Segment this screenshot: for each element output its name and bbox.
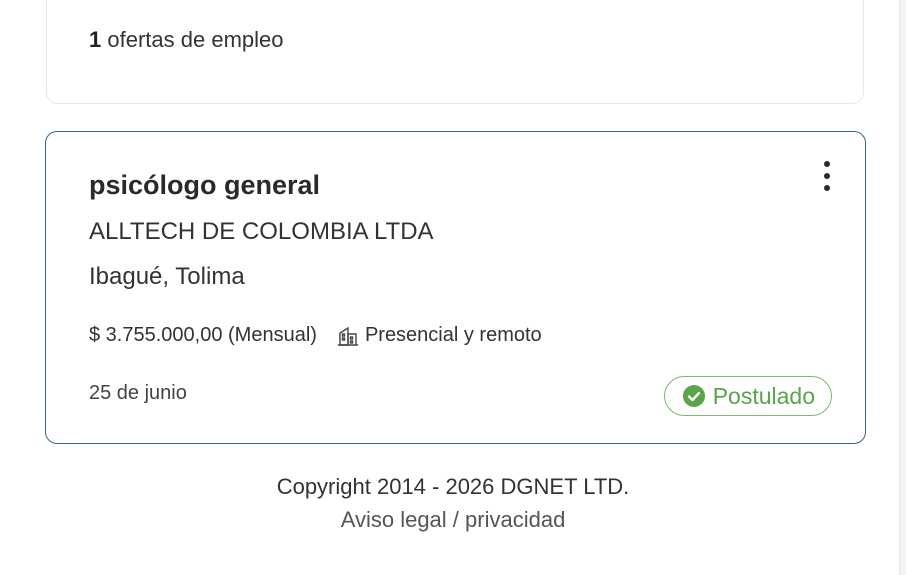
- kebab-dot-icon: [824, 161, 830, 167]
- job-modality: Presencial y remoto: [364, 324, 542, 346]
- job-meta: $ 3.755.000,00 (Mensual) Presencial y re…: [89, 324, 542, 347]
- footer-separator: /: [446, 507, 466, 532]
- results-label: ofertas de empleo: [107, 27, 284, 52]
- job-company: ALLTECH DE COLOMBIA LTDA: [89, 218, 434, 245]
- job-location: Ibagué, Tolima: [89, 263, 245, 290]
- results-count: 1: [89, 27, 102, 52]
- job-salary: $ 3.755.000,00 (Mensual): [89, 324, 317, 346]
- building-icon: [337, 325, 359, 347]
- status-label: Postulado: [712, 382, 815, 409]
- footer-links: Aviso legal / privacidad: [0, 507, 906, 533]
- more-options-button[interactable]: [815, 156, 839, 196]
- footer-copyright: Copyright 2014 - 2026 DGNET LTD.: [276, 474, 630, 499]
- job-title[interactable]: psicólogo general: [89, 170, 320, 201]
- results-count-text: 1 ofertas de empleo: [89, 27, 283, 53]
- kebab-dot-icon: [824, 185, 830, 191]
- status-badge: Postulado: [663, 376, 832, 416]
- privacy-link[interactable]: privacidad: [465, 507, 565, 532]
- check-circle-icon: [682, 385, 705, 407]
- results-summary-card: 1 ofertas de empleo: [46, 0, 864, 104]
- legal-notice-link[interactable]: Aviso legal: [341, 507, 447, 532]
- job-date: 25 de junio: [89, 382, 187, 404]
- kebab-dot-icon: [824, 173, 830, 179]
- job-card[interactable]: psicólogo general ALLTECH DE COLOMBIA LT…: [45, 131, 866, 444]
